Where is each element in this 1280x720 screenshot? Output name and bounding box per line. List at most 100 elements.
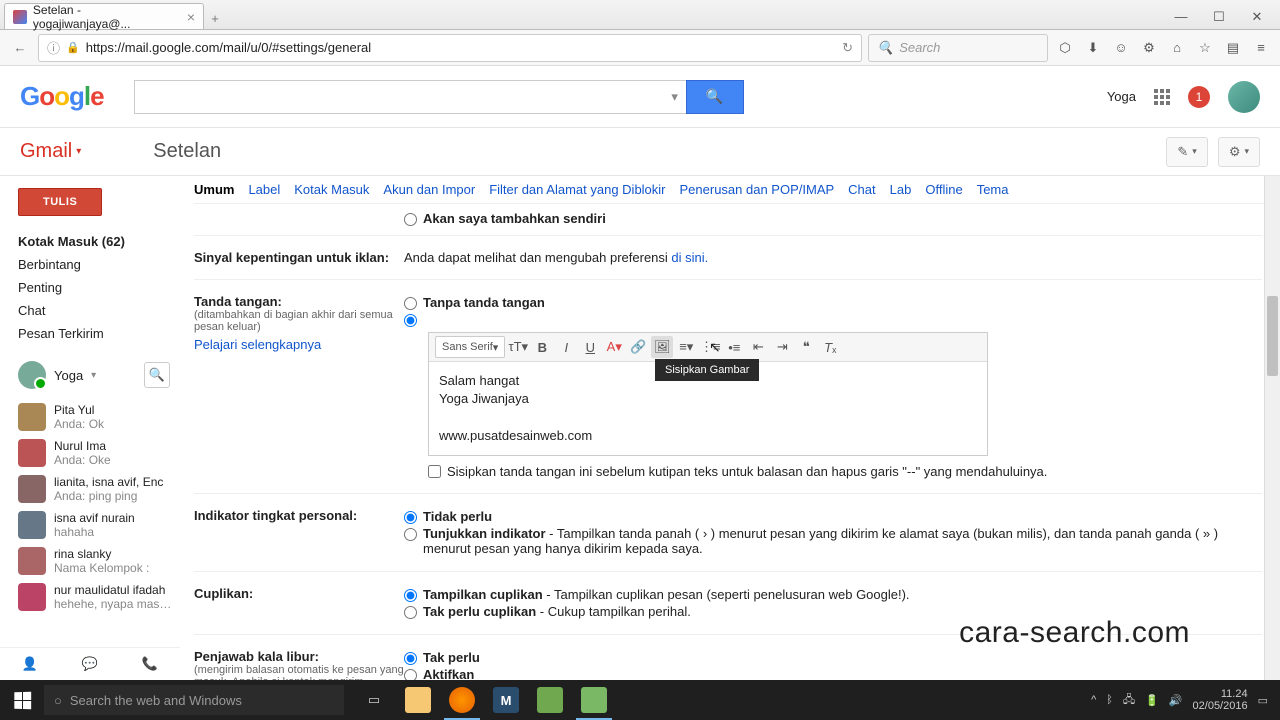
bullet-list-button[interactable]: •≡ <box>723 336 745 358</box>
italic-button[interactable]: I <box>555 336 577 358</box>
new-tab-button[interactable]: + <box>204 7 226 29</box>
snippet-show-radio[interactable] <box>404 589 417 602</box>
close-tab-icon[interactable]: × <box>187 9 195 25</box>
settings-tab[interactable]: Offline <box>925 182 962 197</box>
self-avatar[interactable] <box>18 361 46 389</box>
compose-button[interactable]: TULIS <box>18 188 102 216</box>
scrollbar[interactable] <box>1264 176 1280 680</box>
settings-tab[interactable]: Kotak Masuk <box>294 182 369 197</box>
self-name[interactable]: Yoga <box>54 368 83 383</box>
underline-button[interactable]: U <box>579 336 601 358</box>
insert-image-button[interactable]: 🖼 <box>651 336 673 358</box>
font-family-dropdown[interactable]: Sans Serif ▾ <box>435 336 505 358</box>
edit-button[interactable]: ✎ ▾ <box>1166 137 1207 167</box>
vacation-on-radio[interactable] <box>404 669 417 680</box>
firefox-icon[interactable] <box>440 680 484 720</box>
snippet-hide-radio[interactable] <box>404 606 417 619</box>
downloads-icon[interactable]: ⬇ <box>1082 37 1104 59</box>
vacation-off-radio[interactable] <box>404 652 417 665</box>
sidebar-item-inbox[interactable]: Kotak Masuk (62) <box>18 230 180 253</box>
minimize-icon[interactable]: — <box>1168 9 1194 25</box>
gmail-dropdown[interactable]: Gmail▾ <box>20 140 81 163</box>
settings-tab[interactable]: Lab <box>890 182 912 197</box>
status-dropdown-icon[interactable]: ▾ <box>91 370 96 381</box>
reload-icon[interactable]: ↻ <box>842 40 853 56</box>
contact-item[interactable]: nur maulidatul ifadahhehehe, nyapa mas y… <box>18 579 180 615</box>
contact-item[interactable]: Pita YulAnda: Ok <box>18 399 180 435</box>
firefox-search[interactable]: 🔍 Search <box>868 34 1048 62</box>
user-name[interactable]: Yoga <box>1107 89 1136 104</box>
contact-item[interactable]: isna avif nurainhahaha <box>18 507 180 543</box>
tray-volume-icon[interactable]: 🔊 <box>1169 694 1183 707</box>
indent-more-button[interactable]: ⇥ <box>771 336 793 358</box>
clock[interactable]: 11.2402/05/2016 <box>1193 688 1248 712</box>
hangouts-phone-icon[interactable]: 📞 <box>142 656 158 672</box>
maximize-icon[interactable]: ☐ <box>1206 9 1232 25</box>
sidebar-item-starred[interactable]: Berbintang <box>18 253 180 276</box>
pocket-icon[interactable]: ⬡ <box>1054 37 1076 59</box>
hello-icon[interactable]: ☺ <box>1110 37 1132 59</box>
contact-item[interactable]: rina slankyNama Kelompok : <box>18 543 180 579</box>
hangouts-chats-icon[interactable]: 💬 <box>82 656 98 672</box>
settings-tab[interactable]: Tema <box>977 182 1009 197</box>
settings-tab[interactable]: Label <box>248 182 280 197</box>
use-signature-radio[interactable] <box>404 314 417 327</box>
tray-battery-icon[interactable]: 🔋 <box>1145 694 1159 707</box>
text-color-button[interactable]: A▾ <box>603 336 625 358</box>
settings-tab[interactable]: Penerusan dan POP/IMAP <box>680 182 835 197</box>
personal-none-radio[interactable] <box>404 511 417 524</box>
remove-format-button[interactable]: Tₓ <box>819 336 841 358</box>
app-icon-2[interactable] <box>572 680 616 720</box>
personal-show-radio[interactable] <box>404 528 417 541</box>
hangouts-contacts-icon[interactable]: 👤 <box>22 656 38 672</box>
tray-bluetooth-icon[interactable]: ᛒ <box>1106 694 1113 706</box>
ad-prefs-link[interactable]: di sini. <box>671 250 708 265</box>
start-button[interactable] <box>0 680 44 720</box>
notifications-icon[interactable]: ▭ <box>1258 694 1268 707</box>
addon-icon[interactable]: ⚙ <box>1138 37 1160 59</box>
indent-less-button[interactable]: ⇤ <box>747 336 769 358</box>
tray-up-icon[interactable]: ^ <box>1091 694 1096 706</box>
contact-item[interactable]: lianita, isna avif, EncAnda: ping ping <box>18 471 180 507</box>
gmail-search-input[interactable] <box>134 80 664 114</box>
app-m-icon[interactable]: M <box>484 680 528 720</box>
apps-icon[interactable] <box>1154 89 1170 105</box>
bookmark-icon[interactable]: ☆ <box>1194 37 1216 59</box>
font-size-dropdown[interactable]: τT▾ <box>507 336 529 358</box>
gmail-search-button[interactable]: 🔍 <box>686 80 744 114</box>
align-button[interactable]: ≡▾ <box>675 336 697 358</box>
settings-gear-button[interactable]: ⚙ ▾ <box>1218 137 1260 167</box>
back-button[interactable]: ← <box>8 36 32 60</box>
settings-tab[interactable]: Umum <box>194 182 234 197</box>
url-input[interactable]: ⓘ 🔒 https://mail.google.com/mail/u/0/#se… <box>38 34 862 62</box>
settings-tab[interactable]: Akun dan Impor <box>383 182 475 197</box>
browser-tab[interactable]: Setelan - yogajiwanjaya@... × <box>4 3 204 29</box>
link-button[interactable]: 🔗 <box>627 336 649 358</box>
file-explorer-icon[interactable] <box>396 680 440 720</box>
notifications-badge[interactable]: 1 <box>1188 86 1210 108</box>
insert-before-checkbox[interactable] <box>428 465 441 478</box>
menu-icon[interactable]: ≡ <box>1250 37 1272 59</box>
library-icon[interactable]: ▤ <box>1222 37 1244 59</box>
contact-item[interactable]: Nurul ImaAnda: Oke <box>18 435 180 471</box>
task-view-icon[interactable]: ▭ <box>352 680 396 720</box>
close-window-icon[interactable]: ✕ <box>1244 9 1270 25</box>
sidebar-item-sent[interactable]: Pesan Terkirim <box>18 322 180 345</box>
taskbar-search[interactable]: ○ Search the web and Windows <box>44 685 344 715</box>
search-options-dropdown[interactable]: ▾ <box>664 80 686 114</box>
hangouts-search-icon[interactable]: 🔍 <box>144 362 170 388</box>
settings-tab[interactable]: Chat <box>848 182 875 197</box>
bold-button[interactable]: B <box>531 336 553 358</box>
tray-network-icon[interactable]: 🖧 <box>1123 691 1135 710</box>
settings-tab[interactable]: Filter dan Alamat yang Diblokir <box>489 182 665 197</box>
learn-more-link[interactable]: Pelajari selengkapnya <box>194 337 404 352</box>
gmail-search[interactable]: ▾ 🔍 <box>134 80 744 114</box>
camtasia-icon[interactable] <box>528 680 572 720</box>
add-self-radio[interactable] <box>404 213 417 226</box>
sidebar-item-chat[interactable]: Chat <box>18 299 180 322</box>
no-signature-radio[interactable] <box>404 297 417 310</box>
google-logo[interactable]: Google <box>20 81 104 112</box>
sidebar-item-important[interactable]: Penting <box>18 276 180 299</box>
home-icon[interactable]: ⌂ <box>1166 37 1188 59</box>
avatar[interactable] <box>1228 81 1260 113</box>
